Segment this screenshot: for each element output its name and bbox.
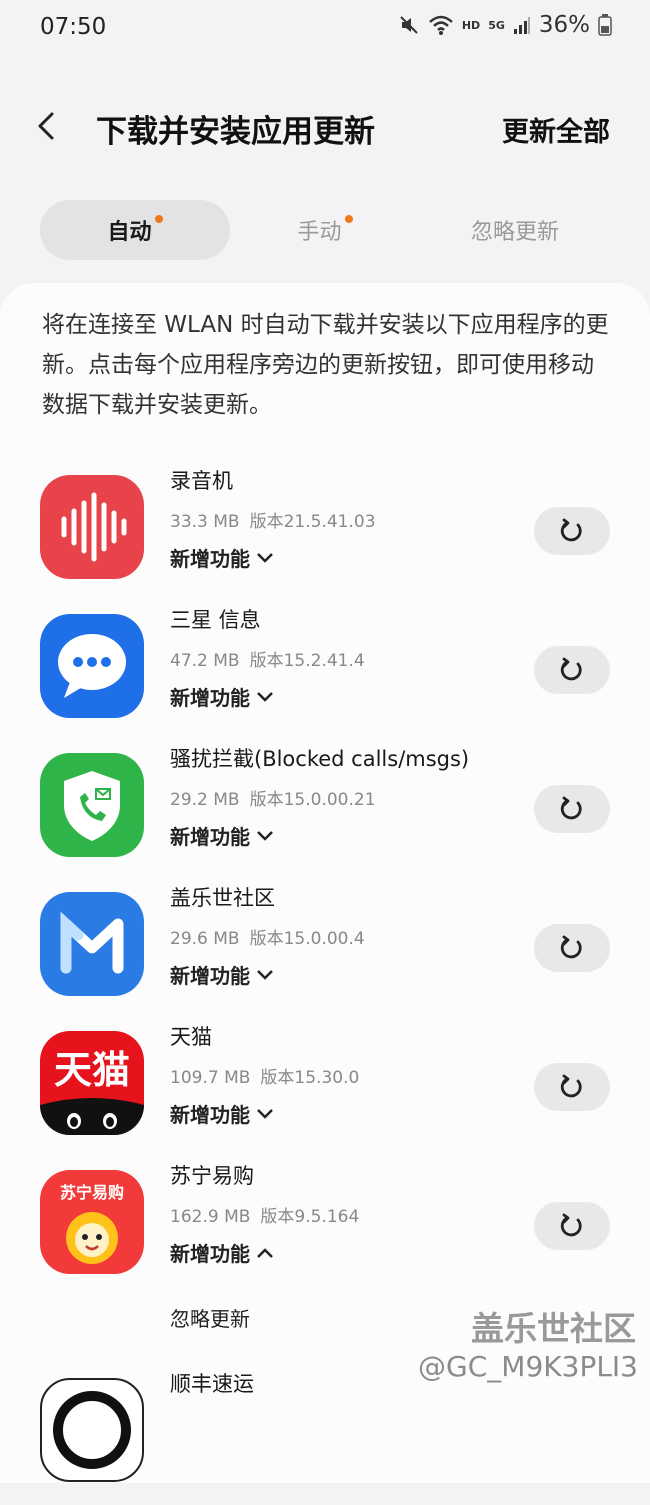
app-version: 版本9.5.164 bbox=[260, 1207, 360, 1227]
tmall-icon-text: 天猫 bbox=[54, 1048, 130, 1092]
battery-percent: 36% bbox=[538, 12, 590, 38]
app-name: 盖乐世社区 bbox=[170, 886, 275, 910]
app-meta: 33.3 MB 版本21.5.41.03 bbox=[170, 507, 376, 532]
app-version: 版本15.30.0 bbox=[260, 1068, 360, 1088]
list-item: 骚扰拦截(Blocked calls/msgs) 29.2 MB 版本15.0.0… bbox=[0, 741, 650, 880]
tab-ignored-label: 忽略更新 bbox=[470, 220, 559, 245]
update-icon bbox=[560, 796, 582, 820]
sf-express-icon bbox=[40, 1378, 144, 1482]
chevron-up-icon bbox=[257, 1247, 273, 1258]
header: 下载并安装应用更新 更新全部 bbox=[0, 90, 650, 170]
battery-icon bbox=[598, 14, 612, 36]
app-size: 162.9 MB bbox=[170, 1207, 251, 1227]
update-icon bbox=[560, 657, 582, 681]
whats-new-label: 新增功能 bbox=[170, 825, 250, 849]
app-name: 苏宁易购 bbox=[170, 1164, 254, 1188]
members-icon bbox=[40, 892, 144, 996]
update-button[interactable] bbox=[534, 924, 610, 972]
status-time: 07:50 bbox=[40, 14, 107, 40]
suning-icon: 苏宁易购 bbox=[40, 1170, 144, 1274]
5g-label: 5G bbox=[488, 18, 505, 32]
mute-icon bbox=[398, 14, 420, 36]
app-meta: 29.2 MB 版本15.0.00.21 bbox=[170, 785, 376, 810]
app-version: 版本15.0.00.21 bbox=[249, 790, 376, 810]
app-version: 版本15.0.00.4 bbox=[249, 929, 365, 949]
page-title: 下载并安装应用更新 bbox=[96, 114, 375, 150]
app-size: 29.6 MB bbox=[170, 929, 240, 949]
app-name: 录音机 bbox=[170, 469, 233, 493]
chevron-down-icon bbox=[257, 830, 273, 841]
tab-ignored[interactable]: 忽略更新 bbox=[420, 200, 610, 260]
signal-icon bbox=[513, 15, 531, 35]
update-icon bbox=[560, 518, 582, 542]
tab-manual-label: 手动 bbox=[297, 220, 342, 245]
whats-new-label: 新增功能 bbox=[170, 1103, 250, 1127]
new-dot bbox=[344, 215, 353, 223]
wifi-icon bbox=[428, 14, 454, 36]
update-icon bbox=[560, 1213, 582, 1237]
call-block-icon bbox=[40, 753, 144, 857]
status-bar: 07:50 HD 5G 36% bbox=[0, 0, 650, 60]
app-name: 天猫 bbox=[170, 1025, 212, 1049]
description-text: 将在连接至 WLAN 时自动下载并安装以下应用程序的更新。点击每个应用程序旁边的… bbox=[42, 312, 609, 418]
update-button[interactable] bbox=[534, 1202, 610, 1250]
new-dot bbox=[154, 215, 163, 223]
tab-manual[interactable]: 手动 bbox=[230, 200, 420, 260]
app-name: 三星 信息 bbox=[170, 608, 261, 632]
whats-new-toggle[interactable]: 新增功能 bbox=[170, 821, 274, 850]
whats-new-label: 新增功能 bbox=[170, 1242, 250, 1266]
whats-new-toggle[interactable]: 新增功能 bbox=[170, 543, 274, 572]
whats-new-label: 新增功能 bbox=[170, 964, 250, 988]
app-name: 顺丰速运 bbox=[170, 1372, 254, 1396]
app-version: 版本15.2.41.4 bbox=[249, 651, 365, 671]
whats-new-label: 新增功能 bbox=[170, 547, 250, 571]
list-item: 盖乐世社区 29.6 MB 版本15.0.00.4 新增功能 bbox=[0, 880, 650, 1019]
list-item: 三星 信息 47.2 MB 版本15.2.41.4 新增功能 bbox=[0, 602, 650, 741]
update-button[interactable] bbox=[534, 507, 610, 555]
whats-new-toggle[interactable]: 新增功能 bbox=[170, 1238, 274, 1267]
app-meta: 109.7 MB 版本15.30.0 bbox=[170, 1063, 359, 1088]
app-size: 109.7 MB bbox=[170, 1068, 251, 1088]
list-item: 天猫 天猫 109.7 MB 版本15.30.0 新增功能 bbox=[0, 1019, 650, 1158]
update-button[interactable] bbox=[534, 646, 610, 694]
app-version: 版本21.5.41.03 bbox=[249, 512, 376, 532]
app-meta: 162.9 MB 版本9.5.164 bbox=[170, 1202, 359, 1227]
watermark-title: 盖乐世社区 bbox=[471, 1309, 636, 1348]
app-size: 29.2 MB bbox=[170, 790, 240, 810]
whats-new-toggle[interactable]: 新增功能 bbox=[170, 682, 274, 711]
suning-icon-text: 苏宁易购 bbox=[60, 1183, 124, 1202]
app-meta: 47.2 MB 版本15.2.41.4 bbox=[170, 646, 365, 671]
list-item: 录音机 33.3 MB 版本21.5.41.03 新增功能 bbox=[0, 463, 650, 602]
hd-label: HD bbox=[461, 18, 481, 32]
chevron-down-icon bbox=[257, 552, 273, 563]
app-name: 骚扰拦截(Blocked calls/msgs) bbox=[170, 747, 470, 771]
chevron-down-icon bbox=[257, 1108, 273, 1119]
update-icon bbox=[560, 1074, 582, 1098]
tab-bar: 自动 手动 忽略更新 bbox=[40, 200, 612, 262]
tab-auto-label: 自动 bbox=[107, 220, 152, 245]
app-size: 33.3 MB bbox=[170, 512, 240, 532]
app-size: 47.2 MB bbox=[170, 651, 240, 671]
list-item: 苏宁易购 苏宁易购 162.9 MB 版本9.5.164 新增功能 bbox=[0, 1158, 650, 1297]
watermark-user: @GC_M9K3PLI3 bbox=[418, 1350, 638, 1383]
whats-new-label: 新增功能 bbox=[170, 686, 250, 710]
list-item: 顺丰速运 bbox=[0, 1366, 650, 1505]
tab-auto[interactable]: 自动 bbox=[40, 200, 230, 260]
whats-new-toggle[interactable]: 新增功能 bbox=[170, 1099, 274, 1128]
app-meta: 29.6 MB 版本15.0.00.4 bbox=[170, 924, 365, 949]
chevron-down-icon bbox=[257, 691, 273, 702]
whats-new-toggle[interactable]: 新增功能 bbox=[170, 960, 274, 989]
voice-recorder-icon bbox=[40, 475, 144, 579]
status-icons: HD 5G 36% bbox=[398, 12, 612, 38]
chevron-down-icon bbox=[257, 969, 273, 980]
back-arrow-icon bbox=[38, 112, 54, 140]
update-icon bbox=[560, 935, 582, 959]
messages-icon bbox=[40, 614, 144, 718]
update-button[interactable] bbox=[534, 1063, 610, 1111]
tmall-icon: 天猫 bbox=[40, 1031, 144, 1135]
update-all-button[interactable]: 更新全部 bbox=[502, 110, 610, 149]
update-button[interactable] bbox=[534, 785, 610, 833]
ignore-update-button[interactable]: 忽略更新 bbox=[170, 1303, 250, 1332]
back-button[interactable] bbox=[30, 108, 66, 144]
